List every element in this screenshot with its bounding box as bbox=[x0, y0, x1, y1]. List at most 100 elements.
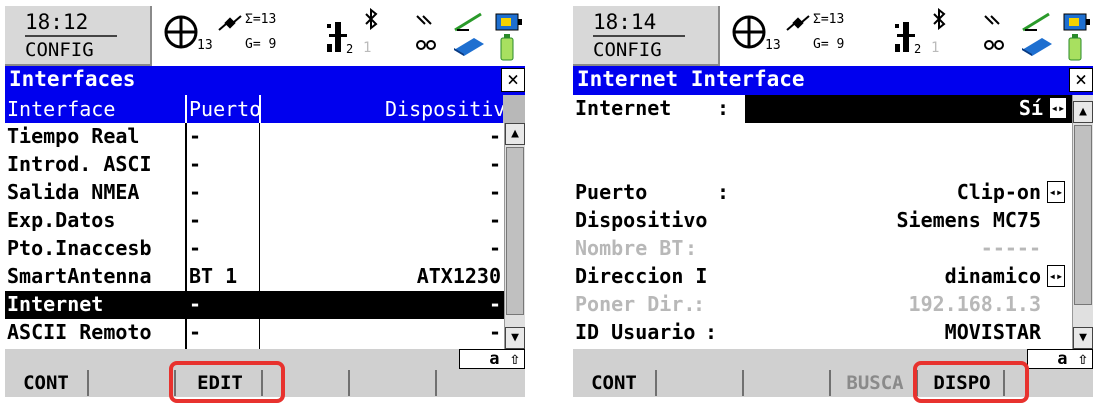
satellite-icon bbox=[218, 15, 242, 31]
rtk-count: 1 bbox=[363, 40, 372, 56]
field-label: Direccion I bbox=[575, 264, 708, 288]
row-device: - bbox=[488, 236, 501, 260]
scroll-up-icon[interactable]: ▲ bbox=[505, 123, 525, 145]
port-field[interactable]: Puerto : Clip-on ◂▸ bbox=[573, 179, 1073, 207]
field-colon: : bbox=[705, 320, 718, 344]
row-port: - bbox=[189, 236, 202, 260]
ip-address-field[interactable]: Direccion I dinamico ◂▸ bbox=[573, 263, 1073, 291]
fkey-f2-button[interactable] bbox=[92, 370, 176, 396]
scroll-down-icon[interactable]: ▼ bbox=[505, 327, 525, 349]
internet-select[interactable]: Sí ◂▸ bbox=[745, 95, 1073, 123]
table-row[interactable]: ASCII Remoto - - bbox=[5, 319, 505, 347]
clock-time: 18:14 bbox=[593, 10, 685, 37]
row-device: - bbox=[488, 180, 501, 204]
row-interface: Internet bbox=[7, 292, 104, 316]
scroll-thumb[interactable] bbox=[506, 147, 524, 315]
position-crosshair-icon bbox=[732, 15, 766, 49]
sigma-count: Σ=13 bbox=[245, 12, 277, 27]
vertical-scrollbar[interactable]: ▲ ▼ bbox=[1072, 95, 1093, 349]
row-port: - bbox=[189, 208, 202, 232]
scroll-thumb[interactable] bbox=[1074, 125, 1092, 305]
column-divider bbox=[259, 95, 261, 123]
user-id-field[interactable]: ID Usuario : MOVISTAR bbox=[573, 319, 1073, 347]
column-header-device: Dispositivo bbox=[385, 97, 518, 121]
row-device: - bbox=[488, 124, 501, 148]
row-port: BT 1 bbox=[189, 264, 238, 288]
table-header: Interface Puerto Dispositivo bbox=[5, 95, 525, 123]
title-bar: Internet Interface × bbox=[573, 66, 1093, 95]
dispo-highlight-frame bbox=[913, 361, 1029, 403]
header-scroll-cap bbox=[503, 95, 525, 123]
table-row-selected[interactable]: Internet - - bbox=[5, 291, 505, 319]
internet-colon: : bbox=[717, 96, 730, 120]
page-title: Internet Interface bbox=[577, 67, 805, 91]
field-label: Puerto bbox=[575, 180, 648, 204]
rtk-sub: 2 bbox=[346, 42, 354, 56]
bt-name-field: Nombre BT : ----- bbox=[573, 235, 1073, 263]
scroll-down-icon[interactable]: ▼ bbox=[1073, 327, 1093, 349]
fkey-f2-button[interactable] bbox=[660, 370, 744, 396]
row-port: - bbox=[189, 292, 202, 316]
pen-icon bbox=[1022, 12, 1050, 32]
row-device: ATX1230 bbox=[416, 264, 501, 288]
table-row[interactable]: Tiempo Real - - bbox=[5, 123, 505, 151]
row-device: - bbox=[488, 208, 501, 232]
internet-label: Internet bbox=[575, 96, 672, 120]
fkey-search-button[interactable]: BUSCA bbox=[834, 370, 918, 396]
row-device: - bbox=[488, 152, 501, 176]
rtk-sub: 2 bbox=[914, 42, 922, 56]
vertical-scrollbar[interactable]: ▲ ▼ bbox=[504, 123, 525, 349]
page-title: Interfaces bbox=[9, 67, 136, 91]
table-row[interactable]: Salida NMEA - - bbox=[5, 179, 505, 207]
satellite-icon bbox=[786, 15, 810, 31]
row-interface: Tiempo Real bbox=[7, 124, 140, 148]
toggle-arrows-icon[interactable]: ◂▸ bbox=[1047, 265, 1065, 287]
bluetooth-icon bbox=[365, 8, 378, 30]
fkey-cont-button[interactable]: CONT bbox=[5, 370, 89, 396]
fkey-f6-button[interactable] bbox=[440, 370, 525, 396]
fkey-cont-button[interactable]: CONT bbox=[573, 370, 657, 396]
link-icon bbox=[984, 40, 1004, 50]
fkey-f3-button[interactable] bbox=[747, 370, 831, 396]
fkey-f5-button[interactable] bbox=[353, 370, 437, 396]
row-device: - bbox=[488, 292, 501, 316]
row-device: - bbox=[488, 320, 501, 344]
row-port: - bbox=[189, 320, 202, 344]
satellites-seen: 13 bbox=[765, 38, 781, 53]
keyboard-mode-indicator: a ⇧ bbox=[459, 349, 525, 369]
scroll-up-icon[interactable]: ▲ bbox=[1073, 101, 1093, 123]
field-value: 192.168.1.3 bbox=[908, 292, 1041, 316]
table-row[interactable]: Exp.Datos - - bbox=[5, 207, 505, 235]
field-value: ----- bbox=[980, 236, 1041, 260]
field-value: MOVISTAR bbox=[944, 320, 1041, 344]
row-interface: ASCII Remoto bbox=[7, 320, 152, 344]
column-header-port: Puerto bbox=[189, 97, 259, 121]
time-mode-box: 18:12 CONFIG bbox=[5, 6, 152, 66]
toggle-arrows-icon[interactable]: ◂▸ bbox=[1049, 97, 1067, 119]
bluetooth-icon bbox=[933, 8, 946, 30]
set-address-field: Poner Dir. : 192.168.1.3 bbox=[573, 291, 1073, 319]
mode-label: CONFIG bbox=[593, 39, 662, 61]
field-colon: : bbox=[693, 292, 706, 316]
rtk-count: 1 bbox=[931, 40, 940, 56]
screen-interfaces: 18:12 CONFIG 13 Σ=13 G= 9 2 1 Interfaces… bbox=[5, 6, 525, 397]
field-value: Siemens MC75 bbox=[896, 208, 1042, 232]
row-port: - bbox=[189, 152, 202, 176]
close-button[interactable]: × bbox=[501, 68, 525, 92]
close-button[interactable]: × bbox=[1069, 68, 1093, 92]
device-field: Dispositivo Siemens MC75 bbox=[573, 207, 1073, 235]
internet-value: Sí bbox=[1018, 96, 1043, 120]
field-value: Clip-on bbox=[956, 180, 1041, 204]
column-divider bbox=[185, 95, 187, 123]
radio-signal-icon bbox=[984, 15, 1000, 25]
toggle-arrows-icon[interactable]: ◂▸ bbox=[1047, 181, 1065, 203]
gps-count: G= 9 bbox=[245, 37, 277, 52]
table-row[interactable]: Introd. ASCI - - bbox=[5, 151, 505, 179]
satellites-seen: 13 bbox=[197, 38, 213, 53]
row-interface: Exp.Datos bbox=[7, 208, 116, 232]
row-port: - bbox=[189, 180, 202, 204]
table-row[interactable]: Pto.Inaccesb - - bbox=[5, 235, 505, 263]
table-row[interactable]: SmartAntenna BT 1 ATX1230 bbox=[5, 263, 505, 291]
gps-count: G= 9 bbox=[813, 37, 845, 52]
field-colon: : bbox=[717, 180, 730, 204]
